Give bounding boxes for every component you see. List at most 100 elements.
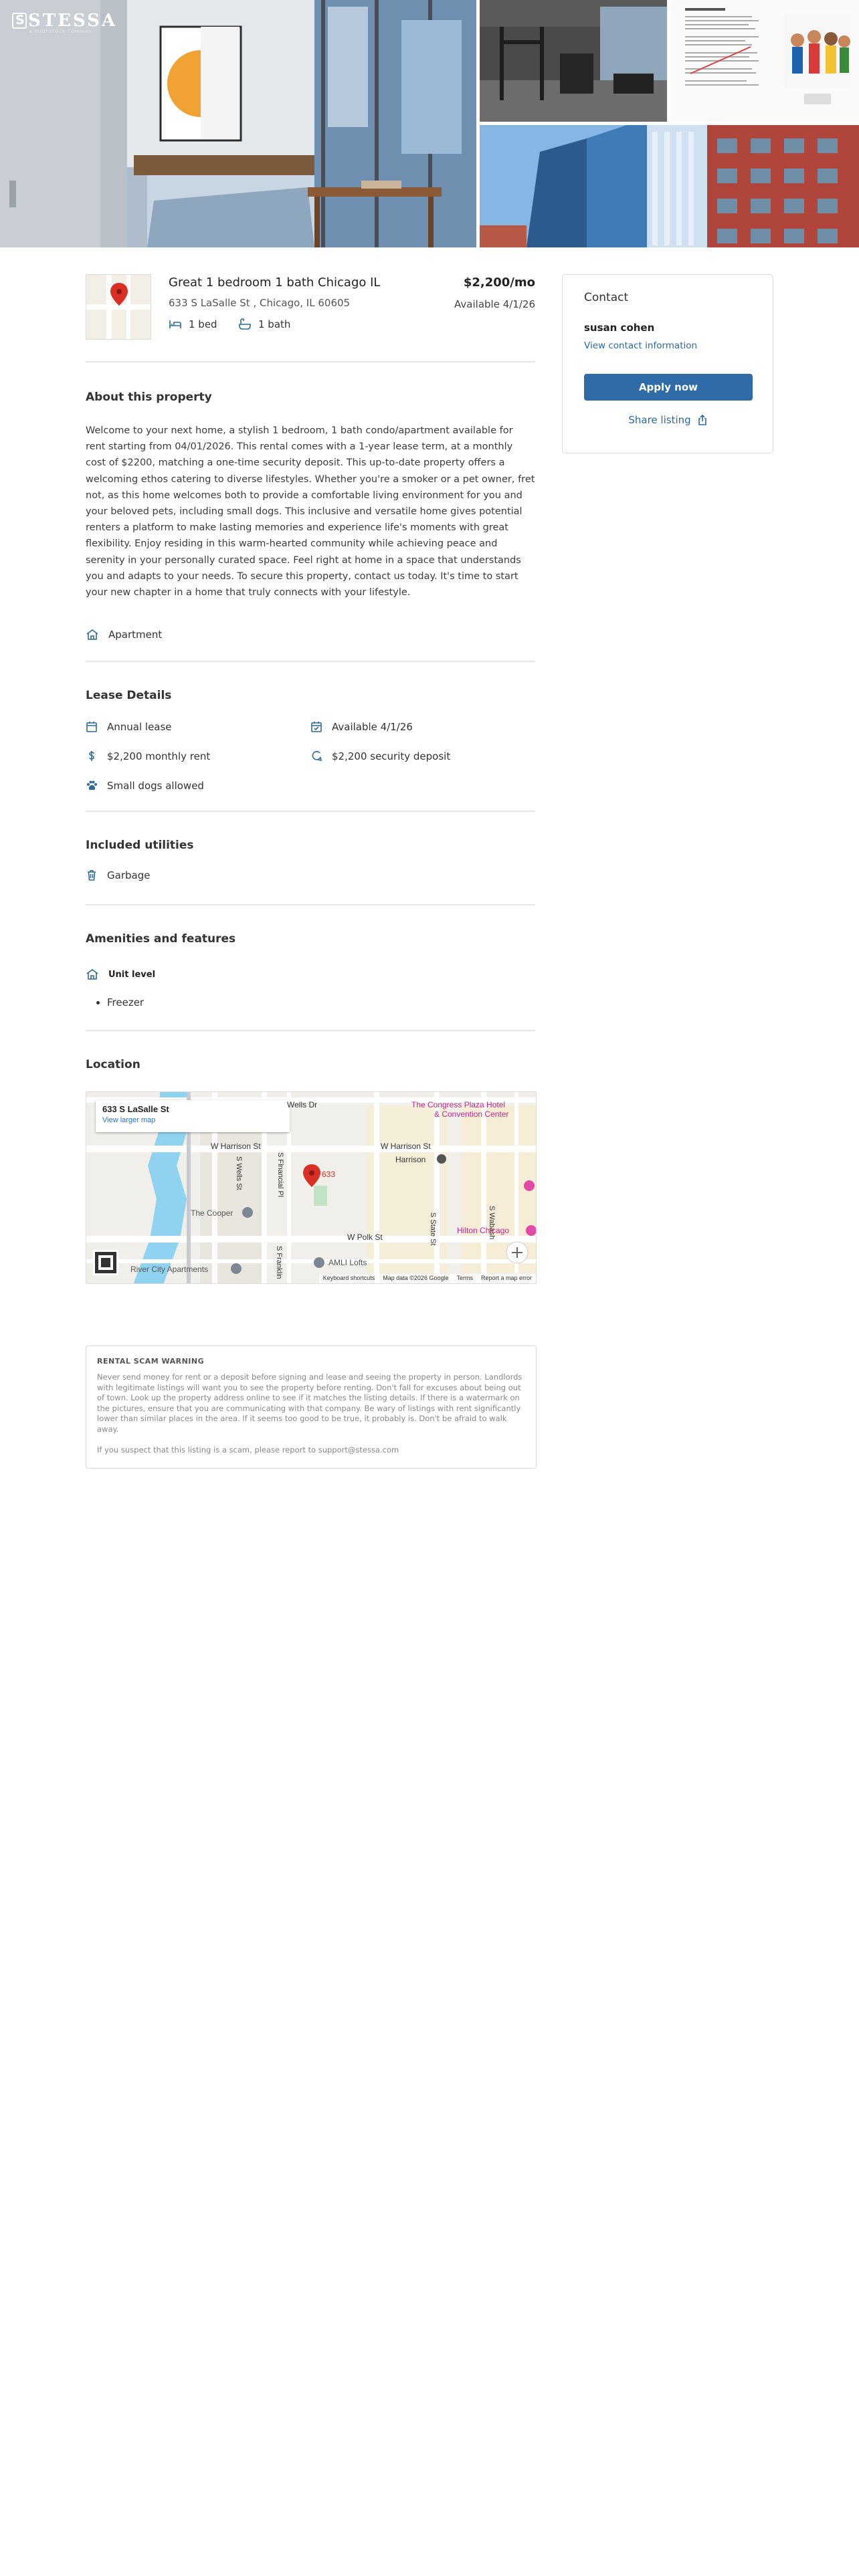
location-map[interactable]: 633 S LaSalle St View larger map Wells D… [86,1091,537,1285]
amenity-group: Unit level [86,968,535,980]
property-type-label: Apartment [108,629,163,641]
contact-name: susan cohen [584,322,655,334]
location-section: Location 633 S LaSalle St View larger ma… [86,1031,537,1285]
deposit-icon [312,751,322,762]
gallery-photo-flyer[interactable] [670,0,859,122]
bed-count: 1 bed [169,318,217,330]
lease-pets-label: Small dogs allowed [107,780,204,792]
calendar-icon [86,722,97,733]
share-icon [698,415,706,425]
share-listing-button[interactable]: Share listing [584,414,751,426]
contact-heading: Contact [584,291,629,304]
map-data-attribution: Map data ©2026 Google [383,1275,449,1282]
utility-item: Garbage [86,869,535,881]
listing-address: 633 S LaSalle St , Chicago, IL 60605 [169,297,351,309]
scam-warning-body: Never send money for rent or a deposit b… [97,1372,522,1434]
bath-count-label: 1 bath [258,318,291,330]
listing-main: Great 1 bedroom 1 bath Chicago IL 633 S … [86,274,537,1285]
map-street-label: S Franklin [275,1246,283,1279]
amenities-section: Amenities and features Unit level Freeze… [86,905,535,1032]
available-date: Available 4/1/26 [454,298,535,310]
house-icon [86,629,98,641]
map-place-label: & Convention Center [434,1109,509,1119]
bed-icon [169,320,181,328]
scam-report-text: If you suspect that this listing is a sc… [97,1445,399,1455]
map-place-label: Hilton Chicago [457,1226,510,1236]
lease-deposit-label: $2,200 security deposit [332,750,451,763]
thumbnail-map-art [86,275,151,339]
property-type: Apartment [86,629,535,641]
about-section: About this property Welcome to your next… [86,362,535,663]
amenity-list: Freezer [86,996,535,1008]
map-terms-link[interactable]: Terms [456,1275,473,1283]
map-place-card: 633 S LaSalle St View larger map [96,1100,290,1133]
contact-card: Contact susan cohen View contact informa… [562,274,773,453]
map-street-label: W Harrison St [381,1142,431,1152]
map-street-label: W Harrison St [211,1142,261,1152]
map-pin-label: 633 [322,1170,336,1180]
map-place-label: River City Apartments [130,1265,209,1275]
lease-rent: $2,200 monthly rent [86,750,310,762]
amenities-heading: Amenities and features [86,932,236,946]
paw-icon [87,780,97,790]
map-place-label: The Congress Plaza Hotel [411,1100,506,1110]
lease-deposit: $2,200 security deposit [310,750,535,762]
lease-term: Annual lease [86,721,310,733]
monthly-price: $2,200/mo [463,276,535,290]
logo-mark-icon [12,13,27,29]
apply-now-button[interactable]: Apply now [584,374,753,401]
listing-summary: Great 1 bedroom 1 bath Chicago IL 633 S … [86,274,535,362]
amenity-group-label: Unit level [108,969,156,980]
map-street-label: S Wells St [235,1156,243,1190]
map-place-name: 633 S LaSalle St [102,1104,169,1115]
about-description: Welcome to your next home, a stylish 1 b… [86,425,535,599]
keyboard-shortcuts-link[interactable]: Keyboard shortcuts [323,1275,375,1283]
scam-warning: RENTAL SCAM WARNING Never send money for… [86,1346,537,1469]
trash-icon [88,870,96,881]
thumbnail-map[interactable] [86,274,151,340]
stessa-logo[interactable]: STESSA A ROOFSTOCK COMPANY [12,11,117,34]
utilities-heading: Included utilities [86,839,194,853]
amenity-item: Freezer [107,996,535,1008]
gallery-photo-building[interactable] [480,125,859,247]
report-map-error-link[interactable]: Report a map error [481,1275,532,1283]
location-heading: Location [86,1058,140,1072]
scam-warning-title: RENTAL SCAM WARNING [97,1357,205,1366]
bath-icon [239,318,251,330]
map-place-label: AMLI Lofts [328,1258,367,1268]
gallery-photo-bedroom[interactable] [0,0,476,247]
about-heading: About this property [86,391,212,404]
view-larger-map-link[interactable]: View larger map [102,1116,283,1124]
flyer-photo-art [670,0,859,122]
lease-available: Available 4/1/26 [310,721,535,733]
map-street-label: W Polk St [347,1232,383,1243]
lease-rent-label: $2,200 monthly rent [107,750,211,763]
calendar-check-icon [311,722,322,733]
lease-heading: Lease Details [86,689,172,703]
map-street-label: S Financial Pl [276,1152,284,1198]
map-street-label: S State St [429,1212,437,1246]
lease-details-section: Lease Details Annual lease Available 4/1… [86,662,535,813]
gym-photo-art [480,0,667,122]
lease-pets: Small dogs allowed [86,780,310,792]
lease-term-label: Annual lease [107,721,172,734]
bed-count-label: 1 bed [189,318,217,330]
logo-wordmark: STESSA [28,11,118,31]
dollar-icon [89,751,94,762]
lease-available-label: Available 4/1/26 [332,721,413,734]
bath-count: 1 bath [238,318,290,330]
view-contact-info-link[interactable]: View contact information [584,340,751,351]
gallery-photo-gym[interactable] [480,0,667,122]
building-photo-art [480,125,859,247]
photo-gallery[interactable]: STESSA A ROOFSTOCK COMPANY [0,0,859,247]
listing-title: Great 1 bedroom 1 bath Chicago IL [169,276,381,290]
utilities-section: Included utilities Garbage [86,812,535,906]
bedroom-photo-art [0,0,476,247]
map-footer: Keyboard shortcuts Map data ©2026 Google… [318,1274,536,1284]
map-place-label: The Cooper [191,1208,233,1218]
utility-item-label: Garbage [107,869,151,882]
house-icon [86,969,98,980]
share-listing-label: Share listing [628,414,691,426]
map-place-label: Harrison [395,1155,426,1165]
map-street-label: Wells Dr [287,1100,318,1110]
